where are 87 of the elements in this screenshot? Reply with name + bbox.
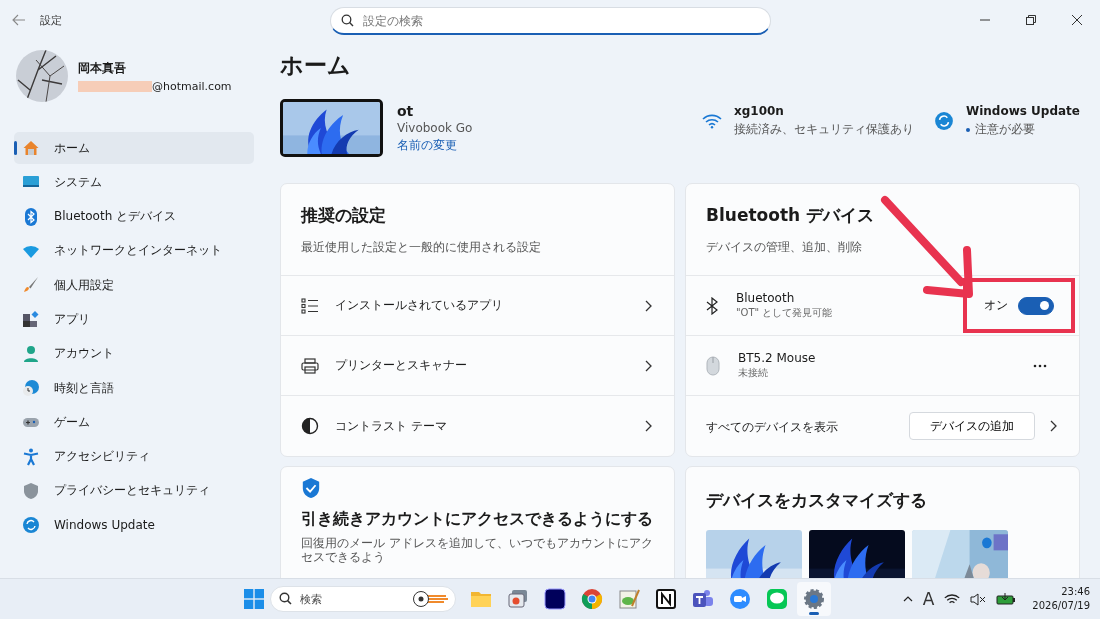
shield-icon <box>22 481 40 500</box>
device-status: 未接続 <box>738 366 769 380</box>
search-field[interactable]: 設定の検索 <box>330 7 771 35</box>
card-title: 引き続きアカウントにアクセスできるようにする <box>301 509 654 530</box>
start-icon[interactable] <box>244 589 264 609</box>
apps-icon <box>22 310 40 329</box>
notepad-icon <box>618 588 640 610</box>
search-icon <box>279 592 292 605</box>
nav-item[interactable]: 個人用設定 <box>14 269 254 302</box>
status-dot <box>965 127 970 132</box>
toggle-state: オン <box>984 298 1008 313</box>
card-title: 推奨の設定 <box>301 204 387 227</box>
chevron-right-icon <box>644 299 652 312</box>
chevron-right-icon[interactable] <box>1049 420 1057 432</box>
device-name: BT5.2 Mouse <box>738 351 816 365</box>
row-title: Bluetooth <box>736 291 796 305</box>
nav-item[interactable]: ゲーム <box>14 406 254 439</box>
shield-check-icon <box>301 477 321 499</box>
sync-icon <box>933 111 954 131</box>
mouse-icon <box>706 355 720 376</box>
globe-clock-icon <box>22 379 40 398</box>
taskbar-search-field[interactable]: 検索 <box>270 586 456 612</box>
wifi-icon[interactable] <box>944 592 961 606</box>
accessibility-icon <box>22 447 40 466</box>
notion-icon <box>655 588 677 610</box>
video-call-icon <box>729 588 751 610</box>
nav-item[interactable]: プライバシーとセキュリティ <box>14 474 254 507</box>
window-title: 設定 <box>40 12 62 28</box>
contrast-icon <box>301 417 319 435</box>
nav-item[interactable]: アカウント <box>14 337 254 370</box>
nav-item[interactable]: Bluetooth とデバイス <box>14 200 254 233</box>
gear-icon <box>803 588 825 610</box>
status-title: xg100n <box>733 104 785 118</box>
chevron-right-icon <box>644 420 652 432</box>
user-email: @hotmail.com <box>152 79 232 93</box>
device-name: ot <box>397 102 415 119</box>
wifi-icon <box>701 113 722 129</box>
user-name: 岡本真吾 <box>78 59 127 77</box>
restore-icon[interactable] <box>1026 15 1036 25</box>
nav-item[interactable]: ネットワークとインターネット <box>14 234 254 267</box>
battery-icon[interactable] <box>996 593 1017 605</box>
clock-date: 2026/07/19 <box>1032 599 1090 613</box>
nav-item[interactable]: アプリ <box>14 303 254 336</box>
status-detail: 注意が必要 <box>974 121 1035 138</box>
printer-icon <box>301 356 319 375</box>
bluetooth-toggle[interactable] <box>1018 296 1054 315</box>
card-subtitle: 最近使用した設定と一般的に使用される設定 <box>301 240 542 255</box>
card-subtitle: デバイスの管理、追加、削除 <box>706 240 863 255</box>
card-title: デバイスをカスタマイズする <box>706 489 928 512</box>
rename-link[interactable]: 名前の変更 <box>397 136 473 154</box>
page-heading: ホーム <box>280 51 352 80</box>
settings-row[interactable]: プリンターとスキャナー <box>281 336 674 396</box>
home-icon <box>22 139 40 157</box>
person-icon <box>22 344 40 363</box>
status-detail: 接続済み、セキュリティ保護あり <box>733 121 914 138</box>
teams-icon <box>692 588 714 610</box>
add-device-button[interactable]: デバイスの追加 <box>909 412 1035 440</box>
close-icon[interactable] <box>1072 15 1082 25</box>
chevron-right-icon <box>644 359 652 372</box>
clock-time: 23:46 <box>1061 585 1090 599</box>
settings-row[interactable]: コントラスト テーマ <box>281 396 674 456</box>
bluetooth-icon <box>22 207 40 226</box>
nav-item[interactable]: Windows Update <box>14 509 254 542</box>
nav-item[interactable]: ホーム <box>14 132 254 164</box>
card-text: 回復用のメール アドレスを追加して、いつでもアカウントにアクセスできるよう <box>301 536 654 564</box>
device-model: Vivobook Go <box>397 120 473 135</box>
back-icon[interactable] <box>12 14 26 26</box>
status-title: Windows Update <box>965 104 1080 118</box>
speaker-muted-icon[interactable] <box>970 592 987 606</box>
chat-app-icon <box>766 588 788 610</box>
show-all-devices-link[interactable]: すべてのデバイスを表示 <box>706 419 838 435</box>
chevron-up-icon[interactable] <box>902 596 913 602</box>
bluetooth-icon <box>706 296 718 315</box>
sync-icon <box>22 516 40 535</box>
chrome-icon <box>581 588 603 610</box>
more-icon[interactable] <box>1033 363 1047 368</box>
settings-row[interactable]: インストールされているアプリ <box>281 276 674 336</box>
gallery-icon <box>507 588 529 610</box>
nav-item[interactable]: アクセシビリティ <box>14 440 254 473</box>
card-title: Bluetooth デバイス <box>706 204 876 227</box>
search-icon <box>341 14 354 27</box>
list-icon <box>301 296 319 315</box>
ball-icon <box>412 590 448 608</box>
input-mode-indicator[interactable]: A <box>922 589 935 609</box>
row-detail: "OT" として発見可能 <box>736 306 833 320</box>
nav-item[interactable]: 時刻と言語 <box>14 372 254 405</box>
nav-item[interactable]: システム <box>14 166 254 199</box>
